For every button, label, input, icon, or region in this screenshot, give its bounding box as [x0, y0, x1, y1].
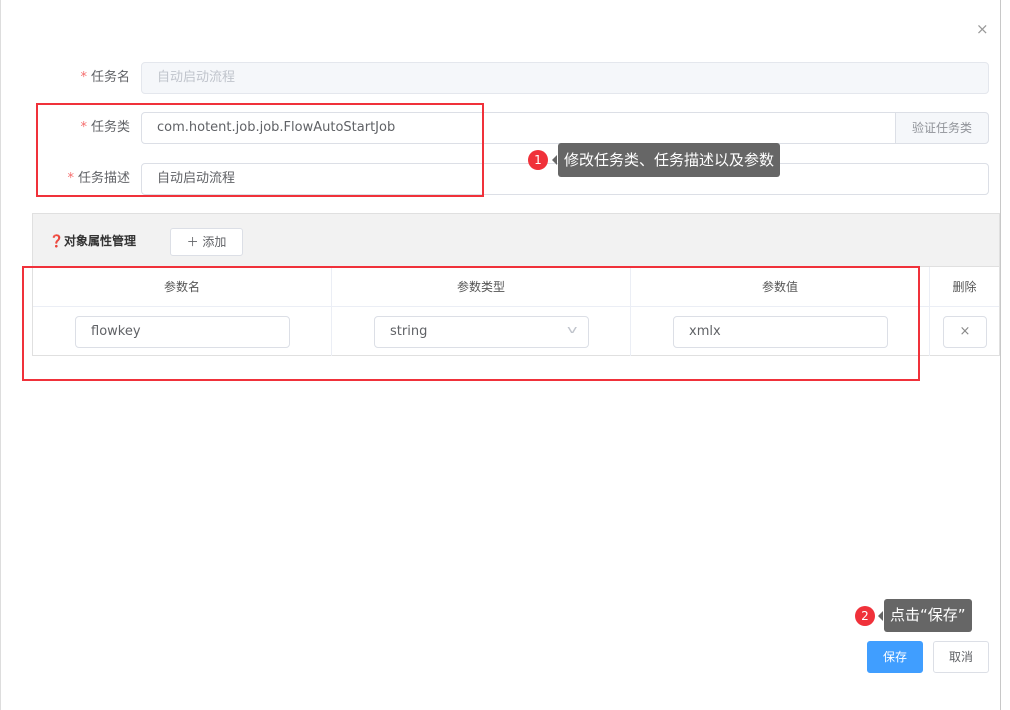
column-header-delete: 删除: [930, 267, 999, 307]
params-panel-header: ❓对象属性管理 ＋ 添加: [33, 214, 999, 267]
params-title: ❓对象属性管理: [49, 234, 136, 248]
param-delete-cell: ×: [930, 307, 999, 356]
cancel-button[interactable]: 取消: [933, 641, 989, 673]
annotation-tooltip-2: 点击“保存”: [878, 599, 972, 632]
label-text: 任务名: [90, 70, 130, 85]
task-name-input[interactable]: 自动启动流程: [141, 62, 989, 94]
task-name-label: * 任务名: [30, 62, 130, 94]
annotation-tooltip-1: 修改任务类、任务描述以及参数: [551, 143, 781, 177]
delete-param-button[interactable]: ×: [943, 316, 987, 348]
annotation-badge-1: 1: [528, 150, 548, 170]
verify-task-class-button[interactable]: 验证任务类: [895, 112, 989, 144]
add-param-button[interactable]: ＋ 添加: [170, 228, 243, 256]
annotation-box-2: [22, 266, 920, 381]
annotation-box-1: [36, 103, 484, 197]
required-mark: *: [80, 70, 87, 85]
annotation-badge-2: 2: [855, 606, 875, 626]
close-icon[interactable]: ×: [976, 20, 989, 38]
save-button[interactable]: 保存: [867, 641, 923, 673]
